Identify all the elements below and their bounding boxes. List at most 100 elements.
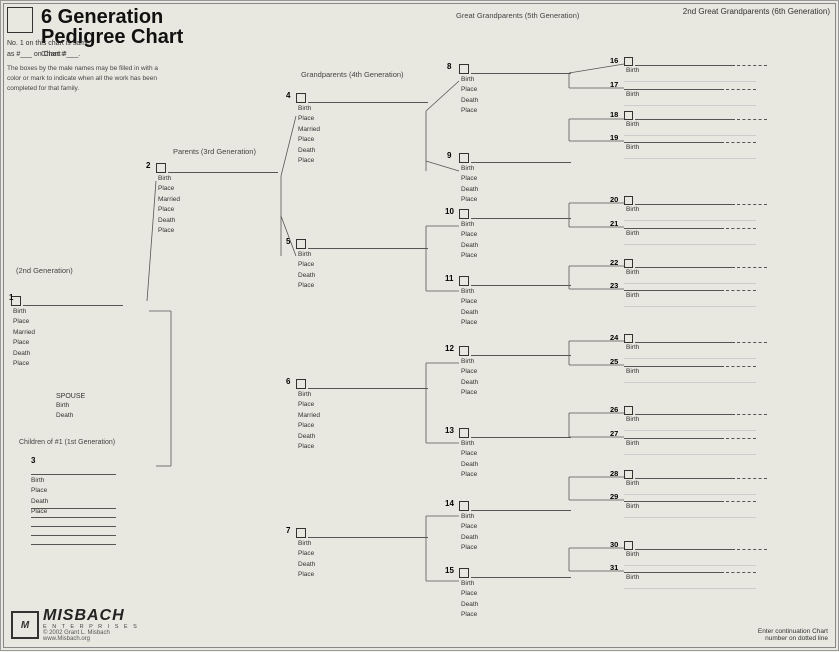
person-23-nameline [624, 282, 724, 291]
person-23-birth-line [624, 299, 756, 307]
person-6: 6 Birth Place Married Place Death Place [296, 379, 428, 452]
child-line-2 [31, 517, 116, 518]
person-20: 20 Birth [624, 196, 767, 221]
person-1: Birth Place Married Place Death Place [11, 296, 123, 369]
person-31-birth: Birth [624, 574, 756, 581]
person-12: 12 Birth Place Death Place [459, 346, 571, 399]
person-22: 22 Birth [624, 259, 767, 284]
person-18-box [624, 111, 633, 120]
person-7-fields: Birth Place Death Place [296, 539, 428, 581]
person-25-id: 25 [610, 357, 618, 366]
person-17-cont [726, 81, 756, 90]
person-9: 9 Birth Place Death Place [459, 153, 571, 206]
person-7-nameline [308, 528, 428, 538]
person-4-id: 4 [286, 91, 290, 100]
person-22-birth: Birth [624, 269, 767, 276]
person-30-box [624, 541, 633, 550]
person-6-fields: Birth Place Married Place Death Place [296, 390, 428, 452]
person-15-fields: Birth Place Death Place [459, 579, 571, 621]
as-text: as #___ on Chart #___. [7, 50, 162, 61]
person-13-fields: Birth Place Death Place [459, 439, 571, 481]
person-4-nameline [308, 93, 428, 103]
person-29-birth: Birth [624, 503, 756, 510]
person-2: 2 Birth Place Married Place Death Place [156, 163, 278, 236]
person-24-birth: Birth [624, 344, 767, 351]
person-25-cont [726, 358, 756, 367]
person-24: 24 Birth [624, 334, 767, 359]
person-23-birth: Birth [624, 292, 756, 299]
person-31-cont [726, 564, 756, 573]
person-25-birth-line [624, 375, 756, 383]
person-24-cont [737, 334, 767, 343]
person-7: 7 Birth Place Death Place [296, 528, 428, 581]
person-4: 4 Birth Place Married Place Death Place [296, 93, 428, 166]
person-17-birth: Birth [624, 91, 756, 98]
person-21-id: 21 [610, 219, 618, 228]
person-11-nameline [471, 276, 571, 286]
person-9-nameline [471, 153, 571, 163]
person-15-id: 15 [445, 566, 454, 575]
parents-label: Parents (3rd Generation) [173, 147, 256, 156]
children-label: Children of #1 (1st Generation) [19, 439, 115, 446]
person-29-birth-line [624, 510, 756, 518]
logo-misbach: MISBACH [43, 608, 139, 624]
grandparents-label: Grandparents (4th Generation) [301, 70, 404, 79]
person-1-fields: Birth Place Married Place Death Place [11, 307, 123, 369]
person-12-id: 12 [445, 344, 454, 353]
continue-area: Enter continuation Chart number on dotte… [758, 628, 828, 642]
person-31-id: 31 [610, 563, 618, 572]
logo-area: M MISBACH E N T E R P R I S E S © 2002 G… [11, 608, 139, 642]
person-27-id: 27 [610, 429, 618, 438]
child-line-4 [31, 535, 116, 536]
person-30-nameline [635, 541, 735, 550]
person-29-id: 29 [610, 492, 618, 501]
person-24-box [624, 334, 633, 343]
child-line-3 [31, 526, 116, 527]
person-10-nameline [471, 209, 571, 219]
person-25-birth: Birth [624, 368, 756, 375]
person-11: 11 Birth Place Death Place [459, 276, 571, 329]
person-1-nameline [23, 296, 123, 306]
person-23: 23 Birth [624, 282, 756, 307]
person-20-nameline [635, 196, 735, 205]
person-10-id: 10 [445, 207, 454, 216]
website: www.Misbach.org [43, 636, 139, 642]
person-17-nameline [624, 81, 724, 90]
person-22-id: 22 [610, 258, 618, 267]
person-16-birth: Birth [624, 67, 767, 74]
person-31-birth-line [624, 581, 756, 589]
spouse-fields: Birth Death [56, 401, 73, 422]
person-27-birth-line [624, 447, 756, 455]
person-13: 13 Birth Place Death Place [459, 428, 571, 481]
person-13-box [459, 428, 469, 438]
person-18-id: 18 [610, 110, 618, 119]
person-12-fields: Birth Place Death Place [459, 357, 571, 399]
person-13-id: 13 [445, 426, 454, 435]
person-16: 16 Birth [624, 57, 767, 82]
person-20-id: 20 [610, 195, 618, 204]
person-28-birth: Birth [624, 480, 767, 487]
person-15: 15 Birth Place Death Place [459, 568, 571, 621]
person-8-id: 8 [447, 62, 451, 71]
person-14-nameline [471, 501, 571, 511]
person-3-fields: Birth Place Death Place [31, 476, 116, 518]
person-14-box [459, 501, 469, 511]
person-27-birth: Birth [624, 440, 756, 447]
great-label: Great Grandparents (5th Generation) [456, 11, 579, 20]
person-30-id: 30 [610, 540, 618, 549]
person-6-nameline [308, 379, 428, 389]
person-4-box [296, 93, 306, 103]
boxes-text: The boxes by the male names may be fille… [7, 64, 162, 93]
person-5-box [296, 239, 306, 249]
person-20-cont [737, 196, 767, 205]
person-29-nameline [624, 493, 724, 502]
person-17-id: 17 [610, 80, 618, 89]
person-31: 31 Birth [624, 564, 756, 589]
person-9-fields: Birth Place Death Place [459, 164, 571, 206]
person-13-nameline [471, 428, 571, 438]
person-30-birth: Birth [624, 551, 767, 558]
gen2-great-label: 2nd Great Grandparents (6th Generation) [683, 7, 830, 16]
person-21-nameline [624, 220, 724, 229]
person-17: 17 Birth [624, 81, 756, 106]
person-4-fields: Birth Place Married Place Death Place [296, 104, 428, 166]
